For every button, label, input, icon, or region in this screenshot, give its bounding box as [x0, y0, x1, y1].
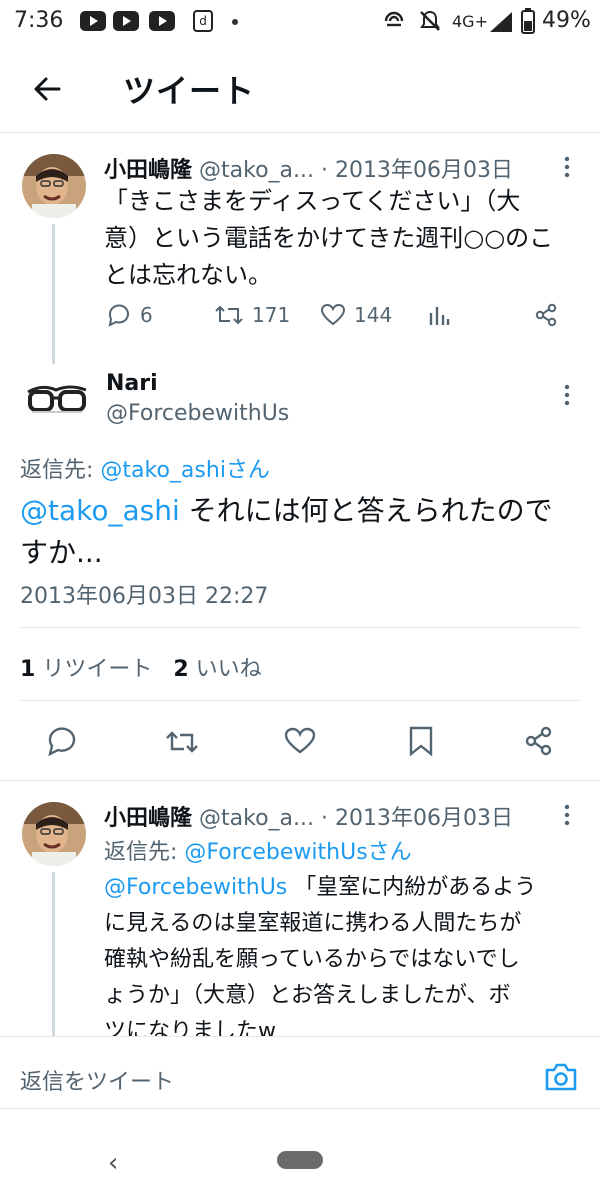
battery-percent: 49% [542, 8, 591, 33]
youtube-icon [149, 11, 175, 31]
retweet-icon[interactable] [164, 728, 200, 756]
avatar[interactable] [22, 154, 86, 218]
camera-icon[interactable] [544, 1062, 578, 1092]
tweet-header: 小田嶋隆 @tako_a... · 2013年06月03日 [104, 152, 513, 184]
likes-stat[interactable]: 2 いいね [173, 657, 261, 682]
reply-count: 6 [140, 303, 153, 327]
divider [0, 780, 600, 781]
divider [20, 700, 580, 701]
retweet-button[interactable]: 171 [214, 303, 290, 327]
thread-line [52, 872, 55, 1036]
retweets-stat[interactable]: 1 リツイート [20, 657, 152, 682]
status-time: 7:36 [14, 8, 64, 33]
handle[interactable]: @ForcebewithUs [106, 401, 289, 426]
reply-bar-divider [0, 1036, 600, 1037]
heart-icon[interactable] [284, 727, 316, 755]
heart-icon [320, 303, 346, 326]
mention-link[interactable]: @tako_ashi [20, 494, 180, 527]
status-bar: 7:36 d 4G+ 49% [0, 0, 600, 44]
divider [0, 1108, 600, 1109]
arrow-left-icon[interactable] [32, 74, 62, 104]
tweet-text: 「きこさまをディスってください」（大 意）という電話をかけてきた週刊○○のこ と… [104, 187, 554, 289]
reply-input[interactable]: 返信をツイート [20, 1064, 174, 1096]
youtube-icon [80, 11, 106, 31]
tweet-text: @tako_ashi それには何と答えられたので すか... [20, 494, 553, 569]
reply-to: 返信先: @tako_ashiさん [20, 458, 270, 483]
tweet-date[interactable]: · 2013年06月03日 [321, 158, 513, 183]
engagement-stats: 1 リツイート 2 いいね [20, 651, 262, 683]
tweet-date[interactable]: · 2013年06月03日 [321, 806, 513, 831]
reply-to-user-link[interactable]: @ForcebewithUsさん [184, 840, 411, 865]
reply-to-user-link[interactable]: @tako_ashiさん [100, 458, 270, 483]
display-name[interactable]: Nari [106, 371, 158, 396]
handle[interactable]: @tako_a... [199, 158, 314, 183]
reply-to: 返信先: @ForcebewithUsさん [104, 840, 412, 865]
like-button[interactable]: 144 [320, 303, 392, 327]
divider [20, 627, 580, 628]
dot-icon [232, 19, 238, 25]
avatar[interactable] [22, 376, 92, 422]
display-name[interactable]: 小田嶋隆 [104, 158, 192, 183]
mention-link[interactable]: @ForcebewithUs [104, 875, 287, 900]
handle[interactable]: @tako_a... [199, 806, 314, 831]
nav-back-button[interactable]: ‹ [108, 1148, 118, 1178]
tweet-timestamp[interactable]: 2013年06月03日 22:27 [20, 578, 268, 610]
nav-home-pill[interactable] [277, 1151, 323, 1169]
display-name[interactable]: 小田嶋隆 [104, 806, 192, 831]
page-title: ツイート [123, 72, 256, 110]
header-divider [0, 132, 600, 133]
like-count: 144 [354, 303, 393, 327]
youtube-icon [113, 11, 139, 31]
retweet-icon [215, 305, 243, 325]
share-icon[interactable] [524, 726, 554, 756]
tweet-header: 小田嶋隆 @tako_a... · 2013年06月03日 [104, 800, 513, 832]
more-icon[interactable] [564, 156, 570, 178]
share-icon[interactable] [534, 303, 558, 327]
tweet-text: @ForcebewithUs 「皇室に内紛があるよう に見えるのは皇室報道に携わ… [104, 875, 537, 1044]
signal-icon [490, 12, 512, 32]
avatar[interactable] [22, 802, 86, 866]
reply-icon [108, 304, 129, 327]
more-icon[interactable] [564, 384, 570, 406]
data-saver-icon [384, 11, 404, 27]
battery-icon [521, 8, 535, 34]
mute-icon [420, 10, 440, 31]
network-type: 4G+ [452, 12, 488, 31]
more-icon[interactable] [564, 804, 570, 826]
d-app-icon: d [193, 10, 213, 32]
analytics-icon[interactable] [428, 305, 450, 327]
thread-line [52, 224, 55, 364]
reply-button[interactable]: 6 [106, 303, 153, 327]
bookmark-icon[interactable] [408, 726, 434, 756]
retweet-count: 171 [252, 303, 291, 327]
reply-icon[interactable] [46, 726, 78, 756]
